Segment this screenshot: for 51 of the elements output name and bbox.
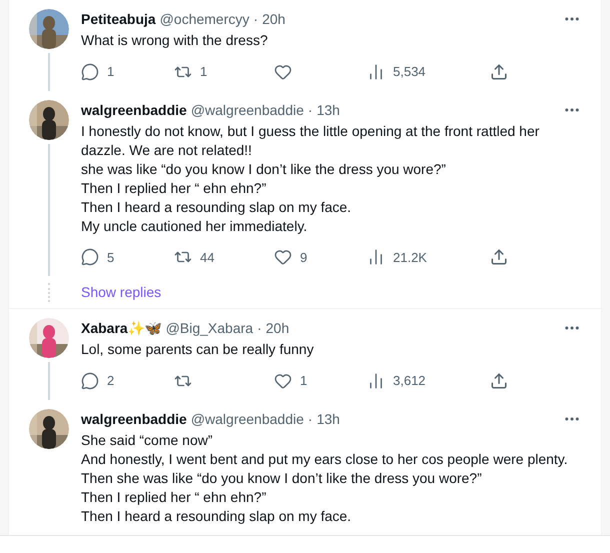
separator-dot: · [253, 10, 258, 29]
count: 1 [107, 63, 114, 81]
count: 44 [200, 248, 214, 266]
user-handle[interactable]: @Big_Xabara [166, 318, 254, 338]
timestamp: 20h [266, 319, 290, 338]
count: 5,534 [393, 63, 426, 81]
like-icon[interactable] [274, 62, 292, 81]
tweet-text: Then I heard a resounding slap on my face. [81, 506, 352, 526]
display-name[interactable]: walgreenbaddie [81, 408, 187, 428]
tweet-text: Lol, some parents can be really funny [81, 340, 315, 359]
tweet-text: Then I replied her “ ehn ehn?” [81, 178, 268, 198]
count: 9 [300, 248, 308, 266]
tweet-text: What is wrong with the dress? [81, 31, 269, 50]
share-icon[interactable] [490, 248, 508, 266]
tweet-text: My uncle cautioned her immediately. [81, 216, 308, 236]
views-icon[interactable] [367, 248, 385, 266]
like-icon[interactable] [274, 248, 292, 266]
timestamp: 20h [262, 10, 286, 29]
show-replies-link[interactable]: Show replies [81, 283, 162, 302]
separator-dot: · [308, 100, 313, 120]
reply-icon[interactable] [81, 62, 99, 81]
count: 5 [107, 248, 114, 266]
count: 1 [300, 372, 308, 390]
separator-dot: · [308, 410, 313, 428]
tweet-text: she was like “do you know I don’t like the dress you wore?” [81, 160, 447, 178]
like-icon[interactable] [274, 372, 292, 390]
timestamp: 13h [316, 100, 340, 120]
tweet-text: I honestly do not know, but I guess the little opening at the front rattled her dazzle. We are not related!! [81, 122, 540, 160]
tweet-text: She said “come now” [81, 430, 214, 450]
share-icon[interactable] [490, 372, 508, 390]
views-icon[interactable] [367, 372, 385, 390]
views-icon[interactable] [367, 62, 385, 81]
count: 3,612 [393, 372, 426, 390]
separator-dot: · [257, 319, 262, 338]
tweet-text: Then I replied her “ ehn ehn?” [81, 488, 268, 506]
display-name[interactable]: Petiteabuja [81, 9, 156, 29]
timestamp: 13h [316, 410, 340, 428]
count: 2 [107, 372, 114, 390]
count: 1 [200, 63, 208, 81]
tweet-text: And honestly, I went bent and put my ears close to her cos people were plenty. [81, 450, 569, 468]
tweet-text: Then I heard a resounding slap on my face. [81, 198, 352, 216]
count: 21.2K [393, 248, 427, 266]
user-handle[interactable]: @ochemercyy [160, 9, 250, 29]
reply-icon[interactable] [81, 248, 99, 266]
user-handle[interactable]: @walgreenbaddie [190, 408, 304, 428]
display-name[interactable]: walgreenbaddie [81, 100, 187, 120]
share-icon[interactable] [490, 62, 508, 81]
tweet-text: Then she was like “do you know I don’t like the dress you wore?” [81, 468, 483, 488]
reply-icon[interactable] [81, 372, 99, 390]
display-name[interactable]: Xabara✨🦋 [81, 318, 162, 338]
user-handle[interactable]: @walgreenbaddie [190, 100, 304, 120]
